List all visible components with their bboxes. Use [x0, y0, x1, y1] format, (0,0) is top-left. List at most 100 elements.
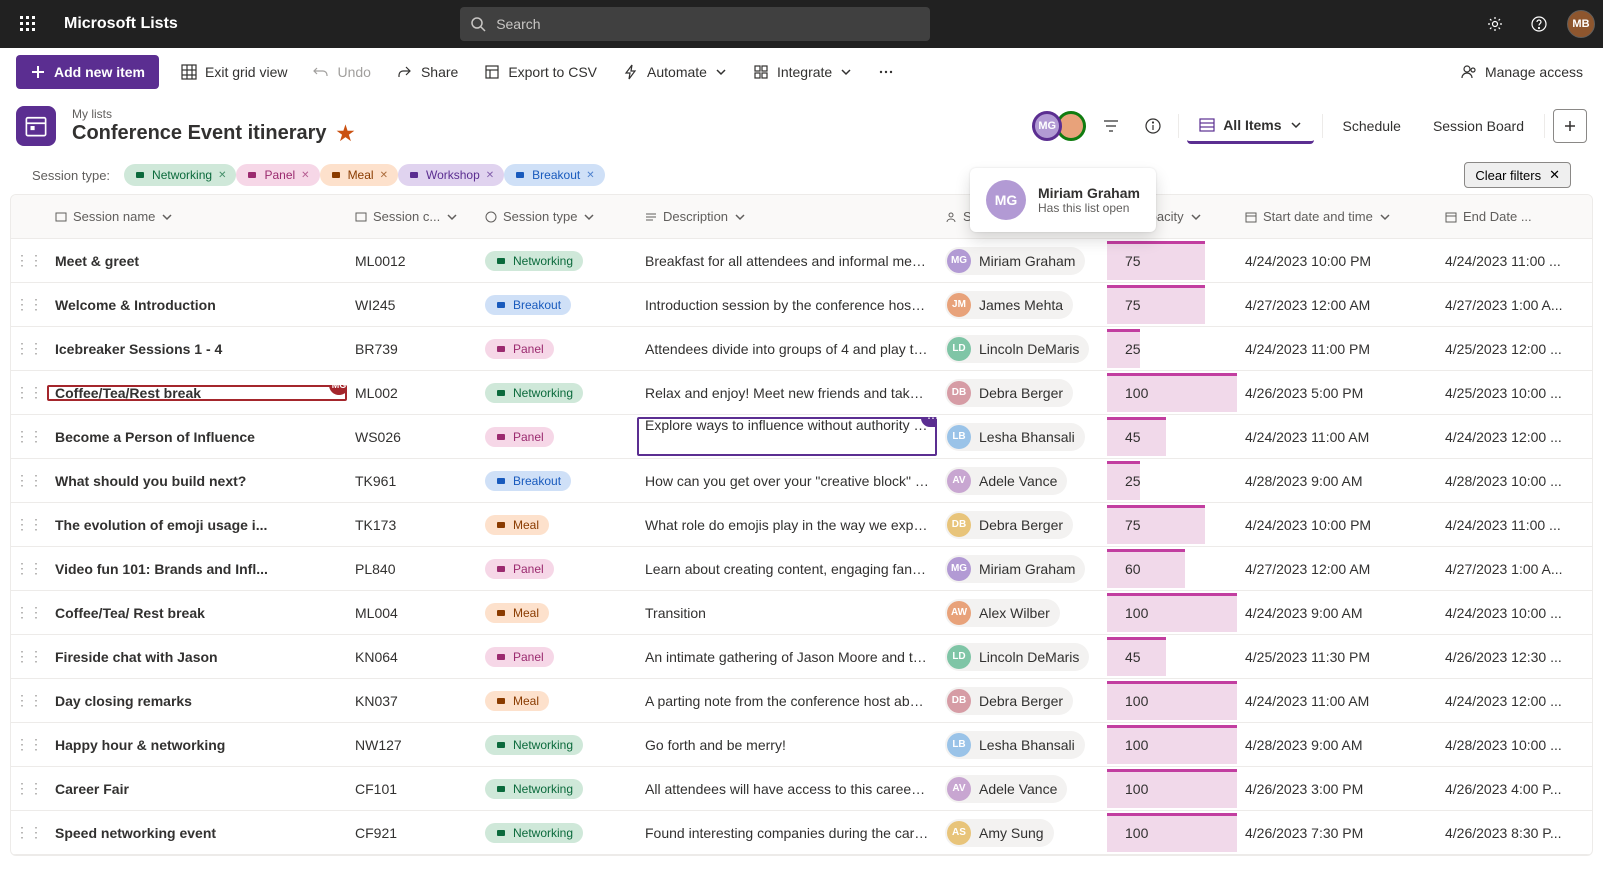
cell-session-code[interactable]: BR739: [347, 341, 477, 357]
cell-session-code[interactable]: ML004: [347, 605, 477, 621]
app-launcher-button[interactable]: [8, 4, 48, 44]
automate-button[interactable]: Automate: [619, 55, 731, 89]
cell-session-type[interactable]: Panel: [477, 427, 637, 447]
help-button[interactable]: [1523, 8, 1555, 40]
integrate-button[interactable]: Integrate: [749, 55, 856, 89]
search-input[interactable]: [496, 16, 920, 32]
row-handle[interactable]: ⋮⋮: [11, 428, 47, 445]
cell-speaker[interactable]: DBDebra Berger: [937, 511, 1107, 539]
chip-remove[interactable]: ✕: [301, 170, 309, 181]
favorite-toggle[interactable]: ★: [337, 121, 355, 146]
overflow-button[interactable]: [874, 55, 898, 89]
cell-description[interactable]: Found interesting companies during the c…: [637, 825, 937, 841]
cell-capacity[interactable]: 25: [1107, 459, 1237, 502]
cell-end-date[interactable]: 4/25/2023 10:00 ...: [1437, 385, 1593, 401]
search-box[interactable]: [460, 7, 930, 41]
cell-end-date[interactable]: 4/24/2023 10:00 ...: [1437, 605, 1593, 621]
row-handle[interactable]: ⋮⋮: [11, 604, 47, 621]
cell-session-name[interactable]: Coffee/Tea/ Rest break: [47, 605, 347, 621]
cell-speaker[interactable]: DBDebra Berger: [937, 379, 1107, 407]
table-row[interactable]: ⋮⋮ Coffee/Tea/ Rest break ML004 Meal Tra…: [11, 591, 1592, 635]
cell-start-date[interactable]: 4/24/2023 11:00 AM: [1237, 693, 1437, 709]
cell-capacity[interactable]: 100: [1107, 811, 1237, 854]
cell-session-code[interactable]: ML0012: [347, 253, 477, 269]
cell-session-code[interactable]: CF921: [347, 825, 477, 841]
cell-speaker[interactable]: LDLincoln DeMaris: [937, 335, 1107, 363]
table-row[interactable]: ⋮⋮ Day closing remarks KN037 Meal A part…: [11, 679, 1592, 723]
cell-session-code[interactable]: KN037: [347, 693, 477, 709]
cell-session-type[interactable]: Meal: [477, 691, 637, 711]
row-handle[interactable]: ⋮⋮: [11, 736, 47, 753]
cell-session-type[interactable]: Meal: [477, 515, 637, 535]
export-csv-button[interactable]: Export to CSV: [480, 55, 601, 89]
cell-session-type[interactable]: Networking: [477, 779, 637, 799]
cell-end-date[interactable]: 4/26/2023 4:00 P...: [1437, 781, 1593, 797]
cell-description[interactable]: Go forth and be merry!: [637, 737, 937, 753]
cell-start-date[interactable]: 4/27/2023 12:00 AM: [1237, 297, 1437, 313]
cell-capacity[interactable]: 100: [1107, 591, 1237, 634]
cell-start-date[interactable]: 4/24/2023 10:00 PM: [1237, 517, 1437, 533]
table-row[interactable]: ⋮⋮ What should you build next? TK961 Bre…: [11, 459, 1592, 503]
table-row[interactable]: ⋮⋮ Happy hour & networking NW127 Network…: [11, 723, 1592, 767]
cell-start-date[interactable]: 4/28/2023 9:00 AM: [1237, 737, 1437, 753]
cell-description[interactable]: Explore ways to influence without author…: [637, 417, 937, 456]
table-row[interactable]: ⋮⋮ Fireside chat with Jason KN064 Panel …: [11, 635, 1592, 679]
add-new-item-button[interactable]: Add new item: [16, 55, 159, 89]
cell-session-name[interactable]: Meet & greet: [47, 253, 347, 269]
cell-start-date[interactable]: 4/24/2023 10:00 PM: [1237, 253, 1437, 269]
cell-session-type[interactable]: Panel: [477, 647, 637, 667]
cell-speaker[interactable]: LBLesha Bhansali: [937, 731, 1107, 759]
table-row[interactable]: ⋮⋮ Welcome & Introduction WI245 Breakout…: [11, 283, 1592, 327]
col-end-date[interactable]: End Date ...: [1437, 209, 1593, 224]
cell-description[interactable]: An intimate gathering of Jason Moore and…: [637, 649, 937, 665]
cell-session-type[interactable]: Meal: [477, 603, 637, 623]
chip-remove[interactable]: ✕: [380, 170, 388, 181]
cell-speaker[interactable]: LBLesha Bhansali: [937, 423, 1107, 451]
undo-button[interactable]: Undo: [309, 55, 374, 89]
cell-session-code[interactable]: TK961: [347, 473, 477, 489]
cell-speaker[interactable]: MGMiriam Graham: [937, 555, 1107, 583]
cell-start-date[interactable]: 4/24/2023 9:00 AM: [1237, 605, 1437, 621]
cell-session-code[interactable]: KN064: [347, 649, 477, 665]
col-session-type[interactable]: Session type: [477, 209, 637, 224]
cell-capacity[interactable]: 100: [1107, 723, 1237, 766]
cell-session-type[interactable]: Breakout: [477, 471, 637, 491]
account-avatar[interactable]: MB: [1567, 10, 1595, 38]
cell-end-date[interactable]: 4/28/2023 10:00 ...: [1437, 737, 1593, 753]
cell-session-name[interactable]: Day closing remarks: [47, 693, 347, 709]
cell-capacity[interactable]: 25: [1107, 327, 1237, 370]
cell-session-name[interactable]: Video fun 101: Brands and Infl...: [47, 561, 347, 577]
row-handle[interactable]: ⋮⋮: [11, 384, 47, 401]
cell-capacity[interactable]: 75: [1107, 239, 1237, 282]
settings-button[interactable]: [1479, 8, 1511, 40]
cell-more-button[interactable]: ⋯: [921, 417, 937, 427]
cell-end-date[interactable]: 4/27/2023 1:00 A...: [1437, 561, 1593, 577]
table-row[interactable]: ⋮⋮ Icebreaker Sessions 1 - 4 BR739 Panel…: [11, 327, 1592, 371]
cell-speaker[interactable]: ASAmy Sung: [937, 819, 1107, 847]
row-handle[interactable]: ⋮⋮: [11, 780, 47, 797]
cell-session-name[interactable]: What should you build next?: [47, 473, 347, 489]
cell-end-date[interactable]: 4/26/2023 12:30 ...: [1437, 649, 1593, 665]
cell-session-type[interactable]: Networking: [477, 735, 637, 755]
cell-start-date[interactable]: 4/26/2023 3:00 PM: [1237, 781, 1437, 797]
cell-description[interactable]: How can you get over your "creative bloc…: [637, 473, 937, 489]
cell-description[interactable]: Transition: [637, 605, 937, 621]
breadcrumb[interactable]: My lists: [72, 107, 354, 121]
cell-start-date[interactable]: 4/26/2023 5:00 PM: [1237, 385, 1437, 401]
cell-session-type[interactable]: Panel: [477, 559, 637, 579]
chip-remove[interactable]: ✕: [218, 170, 226, 181]
row-handle[interactable]: ⋮⋮: [11, 516, 47, 533]
cell-session-code[interactable]: WS026: [347, 429, 477, 445]
filter-button[interactable]: [1094, 109, 1128, 143]
cell-description[interactable]: Learn about creating content, engaging f…: [637, 561, 937, 577]
cell-capacity[interactable]: 45: [1107, 415, 1237, 458]
row-handle[interactable]: ⋮⋮: [11, 692, 47, 709]
cell-session-code[interactable]: ML002: [347, 385, 477, 401]
cell-description[interactable]: What role do emojis play in the way we e…: [637, 517, 937, 533]
cell-session-type[interactable]: Networking: [477, 383, 637, 403]
cell-description[interactable]: Introduction session by the conference h…: [637, 297, 937, 313]
cell-session-type[interactable]: Networking: [477, 251, 637, 271]
manage-access-button[interactable]: Manage access: [1457, 55, 1587, 89]
view-session-board[interactable]: Session Board: [1421, 108, 1536, 144]
cell-end-date[interactable]: 4/24/2023 11:00 ...: [1437, 253, 1593, 269]
